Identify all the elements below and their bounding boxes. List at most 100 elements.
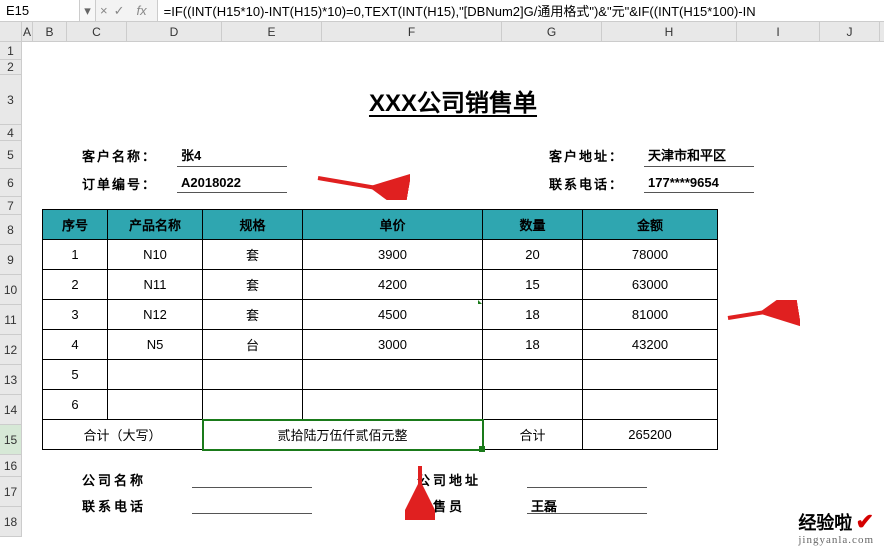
company-phone-field: [192, 496, 312, 514]
row-header-8[interactable]: 8: [0, 215, 22, 245]
cell[interactable]: 18: [483, 330, 583, 360]
table-row: 2N11套42001563000: [43, 270, 718, 300]
cell[interactable]: [483, 390, 583, 420]
sales-rep-label: 销售员: [417, 496, 527, 515]
total-chinese[interactable]: 贰拾陆万伍仟贰佰元整: [203, 420, 483, 450]
name-box[interactable]: E15: [0, 0, 80, 21]
row-header-12[interactable]: 12: [0, 335, 22, 365]
check-icon: ✔: [856, 509, 874, 534]
col-header-E[interactable]: E: [222, 22, 322, 41]
customer-addr-label: 客户地址：: [549, 146, 644, 165]
cell[interactable]: [583, 360, 718, 390]
cell[interactable]: [203, 390, 303, 420]
row-header-18[interactable]: 18: [0, 507, 22, 537]
cell[interactable]: [483, 360, 583, 390]
select-all-corner[interactable]: [0, 22, 22, 42]
fill-handle[interactable]: [479, 446, 485, 452]
row-headers: 123456789101112131415161718: [0, 42, 22, 537]
cell[interactable]: 套: [203, 300, 303, 330]
row-header-2[interactable]: 2: [0, 60, 22, 75]
col-header-A[interactable]: A: [22, 22, 33, 41]
cell[interactable]: 台: [203, 330, 303, 360]
cell[interactable]: N5: [108, 330, 203, 360]
customer-name-value: 张4: [177, 143, 287, 167]
total-label: 合计: [483, 420, 583, 450]
col-header-B[interactable]: B: [33, 22, 67, 41]
col-header-J[interactable]: J: [820, 22, 880, 41]
cancel-icon[interactable]: ×: [100, 3, 108, 18]
row-header-1[interactable]: 1: [0, 42, 22, 60]
company-name-label: 公司名称: [82, 470, 192, 489]
row-header-5[interactable]: 5: [0, 141, 22, 169]
cell[interactable]: 3000: [303, 330, 483, 360]
table-row: 5: [43, 360, 718, 390]
info-row-2: 订单编号： A2018022 联系电话： 177****9654: [22, 169, 884, 197]
cell[interactable]: 63000: [583, 270, 718, 300]
col-header-I[interactable]: I: [737, 22, 820, 41]
cell[interactable]: 6: [43, 390, 108, 420]
cell[interactable]: 78000: [583, 240, 718, 270]
cell[interactable]: 4: [43, 330, 108, 360]
row-header-15[interactable]: 15: [0, 425, 22, 455]
row-header-13[interactable]: 13: [0, 365, 22, 395]
row-header-10[interactable]: 10: [0, 275, 22, 305]
table-row: 6: [43, 390, 718, 420]
total-chinese-text: 贰拾陆万伍仟贰佰元整: [277, 428, 407, 443]
sales-table: 序号 产品名称 规格 单价 数量 金额 1N10套390020780002N11…: [42, 209, 718, 450]
cell[interactable]: 套: [203, 240, 303, 270]
row-header-11[interactable]: 11: [0, 305, 22, 335]
cell[interactable]: 4200: [303, 270, 483, 300]
fx-icon[interactable]: fx: [131, 3, 153, 18]
col-header-G[interactable]: G: [502, 22, 602, 41]
row-header-9[interactable]: 9: [0, 245, 22, 275]
total-cn-label: 合计（大写）: [43, 420, 203, 450]
col-header-D[interactable]: D: [127, 22, 222, 41]
row-header-4[interactable]: 4: [0, 125, 22, 141]
formula-input[interactable]: =IF((INT(H15*10)-INT(H15)*10)=0,TEXT(INT…: [158, 0, 884, 21]
row-header-7[interactable]: 7: [0, 197, 22, 215]
cell[interactable]: 5: [43, 360, 108, 390]
cell[interactable]: [203, 360, 303, 390]
cell[interactable]: 3900: [303, 240, 483, 270]
cell[interactable]: 20: [483, 240, 583, 270]
cell[interactable]: 43200: [583, 330, 718, 360]
confirm-icon[interactable]: ✓: [114, 3, 125, 19]
col-header-F[interactable]: F: [322, 22, 502, 41]
th-qty: 数量: [483, 210, 583, 240]
row-header-6[interactable]: 6: [0, 169, 22, 197]
company-addr-field: [527, 470, 647, 488]
th-spec: 规格: [203, 210, 303, 240]
col-header-C[interactable]: C: [67, 22, 127, 41]
cell[interactable]: 18: [483, 300, 583, 330]
cell[interactable]: [108, 360, 203, 390]
th-index: 序号: [43, 210, 108, 240]
row-header-17[interactable]: 17: [0, 477, 22, 507]
order-no-label: 订单编号：: [82, 174, 177, 193]
company-phone-label: 联系电话: [82, 496, 192, 515]
cell[interactable]: 4500: [303, 300, 483, 330]
row-header-14[interactable]: 14: [0, 395, 22, 425]
spreadsheet-grid: ABCDEFGHIJ 123456789101112131415161718 X…: [0, 22, 884, 42]
name-box-dropdown[interactable]: ▾: [80, 0, 96, 21]
formula-bar-icons: × ✓ fx: [96, 0, 158, 21]
cell[interactable]: 套: [203, 270, 303, 300]
cell[interactable]: 3: [43, 300, 108, 330]
company-name-field: [192, 470, 312, 488]
cell[interactable]: N10: [108, 240, 203, 270]
row-header-3[interactable]: 3: [0, 75, 22, 125]
cell[interactable]: [303, 360, 483, 390]
cell[interactable]: [303, 390, 483, 420]
order-no-value: A2018022: [177, 173, 287, 193]
cell[interactable]: 81000: [583, 300, 718, 330]
row-header-16[interactable]: 16: [0, 455, 22, 477]
column-headers: ABCDEFGHIJ: [22, 22, 884, 42]
cell[interactable]: [583, 390, 718, 420]
cell[interactable]: [108, 390, 203, 420]
cell[interactable]: N11: [108, 270, 203, 300]
cell[interactable]: N12: [108, 300, 203, 330]
cell[interactable]: 2: [43, 270, 108, 300]
cell[interactable]: 1: [43, 240, 108, 270]
th-product: 产品名称: [108, 210, 203, 240]
cell[interactable]: 15: [483, 270, 583, 300]
col-header-H[interactable]: H: [602, 22, 737, 41]
